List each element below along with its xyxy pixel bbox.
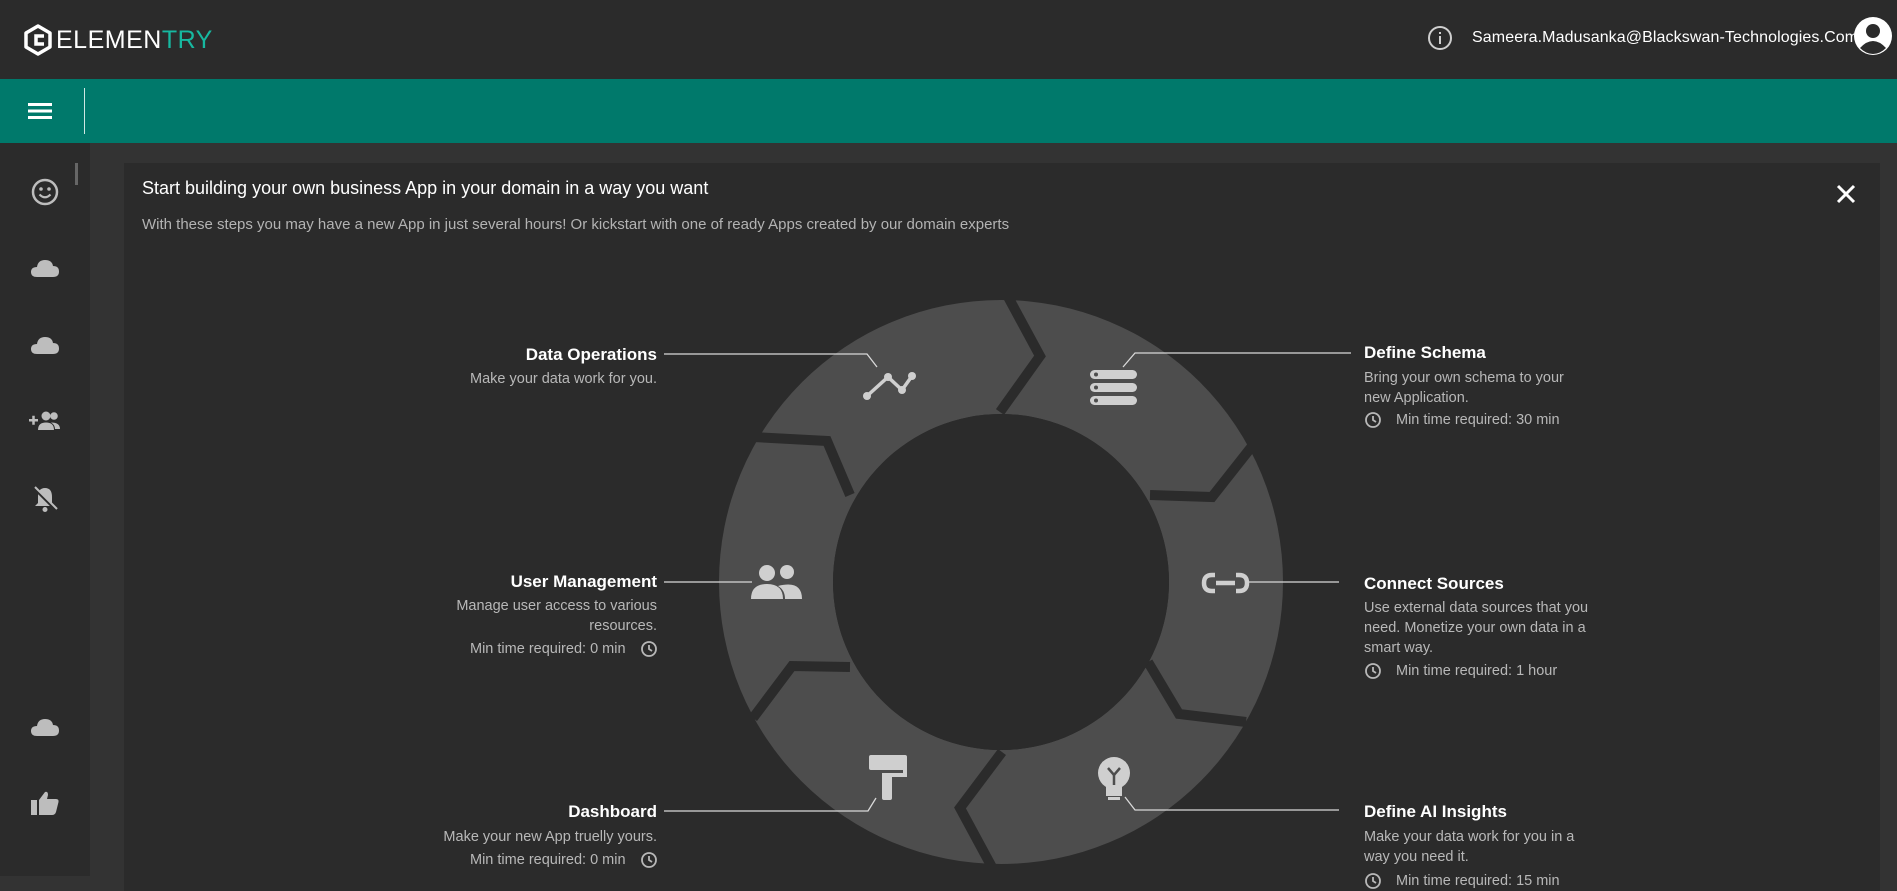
step-data-operations-desc: Make your data work for you.	[470, 371, 657, 387]
step-define-schema-time: Min time required: 30 min	[1364, 411, 1560, 429]
step-user-management-desc: Manage user access to various resources.	[456, 598, 657, 634]
clock-icon	[1365, 873, 1381, 889]
toolbar	[0, 79, 1897, 143]
step-user-management-title[interactable]: User Management	[450, 572, 657, 592]
clock-icon	[640, 641, 657, 657]
sidebar-item-smiley[interactable]	[27, 174, 63, 210]
thumb-up-icon	[31, 791, 59, 815]
step-dashboard-title[interactable]: Dashboard	[470, 802, 657, 822]
clock-icon	[640, 852, 657, 868]
sidebar-item-notifications-off[interactable]	[27, 481, 63, 517]
step-dashboard-time-text: Min time required: 0 min	[470, 852, 626, 868]
cloud-icon	[31, 260, 59, 277]
step-connect-sources-time-text: Min time required: 1 hour	[1396, 663, 1558, 679]
step-define-schema-time-text: Min time required: 30 min	[1396, 412, 1560, 428]
step-define-ai-insights-time-text: Min time required: 15 min	[1396, 873, 1560, 889]
step-define-schema-title[interactable]: Define Schema	[1364, 343, 1486, 363]
step-dashboard-desc: Make your new App truelly yours.	[443, 829, 657, 845]
sidebar-item-add-group[interactable]	[27, 403, 63, 439]
sidebar-scrollbar[interactable]	[75, 163, 78, 185]
step-define-ai-insights-title[interactable]: Define AI Insights	[1364, 802, 1507, 822]
smiley-icon	[31, 178, 59, 206]
notifications-off-icon	[32, 486, 58, 512]
step-define-ai-insights-desc: Make your data work for you in a way you…	[1364, 829, 1575, 865]
cloud-icon	[31, 719, 59, 736]
card-title: Start building your own business App in …	[142, 178, 709, 198]
step-define-schema-desc: Bring your own schema to your new Applic…	[1364, 370, 1564, 406]
sidebar-item-cloud-3[interactable]	[27, 710, 63, 746]
onboarding-card	[124, 163, 1880, 891]
toolbar-divider	[84, 88, 85, 134]
info-icon[interactable]	[1427, 25, 1453, 51]
account-circle-icon[interactable]	[1853, 16, 1893, 56]
card-subtitle: With these steps you may have a new App …	[142, 216, 1010, 233]
app-logo[interactable]: ELEMENTRY	[22, 24, 213, 56]
hamburger-menu-icon[interactable]	[24, 98, 56, 124]
step-connect-sources-time: Min time required: 1 hour	[1364, 662, 1557, 680]
clock-icon	[1365, 663, 1381, 679]
step-data-operations-title[interactable]: Data Operations	[470, 345, 657, 365]
step-user-management-time-text: Min time required: 0 min	[470, 641, 626, 657]
step-define-ai-insights-time: Min time required: 15 min	[1364, 872, 1560, 890]
sidebar-item-thumb-up[interactable]	[27, 785, 63, 821]
sidebar-item-cloud-2[interactable]	[27, 328, 63, 364]
close-icon[interactable]	[1833, 181, 1859, 207]
step-user-management-time: Min time required: 0 min	[470, 640, 658, 658]
clock-icon	[1365, 412, 1381, 428]
user-email[interactable]: Sameera.Madusanka@Blackswan-Technologies…	[1472, 29, 1858, 47]
step-connect-sources-desc: Use external data sources that you need.…	[1364, 600, 1589, 656]
add-group-icon	[29, 411, 60, 430]
step-dashboard-time: Min time required: 0 min	[470, 851, 658, 869]
sidebar-item-cloud-1[interactable]	[27, 251, 63, 287]
step-connect-sources-title[interactable]: Connect Sources	[1364, 574, 1504, 594]
elementry-logo-icon	[24, 24, 52, 56]
app-logo-text: ELEMENTRY	[56, 25, 213, 54]
cloud-icon	[31, 337, 59, 354]
